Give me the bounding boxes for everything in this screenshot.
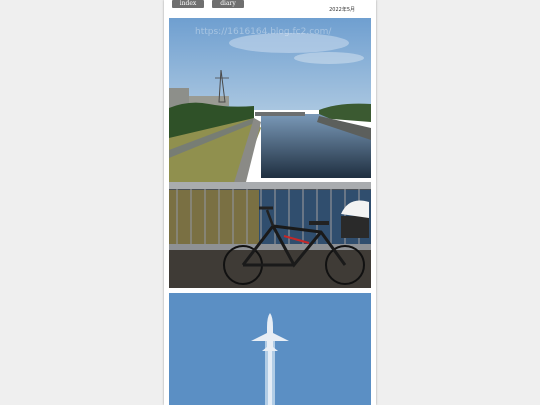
airplane-image <box>169 293 371 405</box>
page-date: 2022年5月 <box>329 7 355 13</box>
diary-page: index diary index 2022年5月 https://161616… <box>164 0 376 405</box>
top-nav: index diary index <box>172 0 244 15</box>
photo-watermark: https://1616164.blog.fc2.com/ <box>195 27 332 37</box>
diary-index-link[interactable]: diary index <box>212 0 244 15</box>
canal-bicycle-image: https://1616164.blog.fc2.com/ <box>169 18 371 288</box>
canal-bicycle-photo[interactable]: https://1616164.blog.fc2.com/ <box>169 18 371 288</box>
index-link[interactable]: index <box>172 0 204 8</box>
airplane-photo[interactable] <box>169 293 371 405</box>
